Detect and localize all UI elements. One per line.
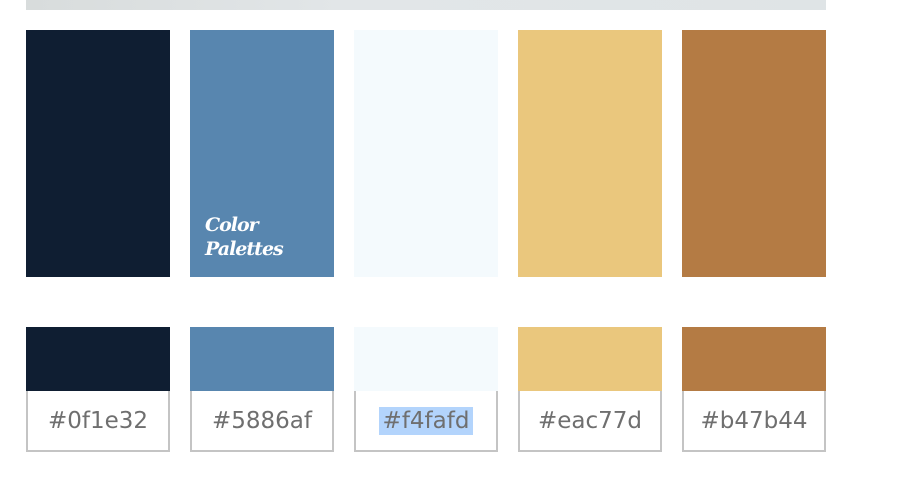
logo-line-2: Palettes [205, 238, 284, 260]
header-image-strip [26, 0, 826, 10]
swatch-small-4 [518, 327, 662, 391]
hex-code[interactable]: #b47b44 [696, 407, 811, 435]
hex-code-selected[interactable]: #f4fafd [378, 406, 474, 435]
hex-label-box[interactable]: #0f1e32 [26, 391, 170, 452]
hex-code[interactable]: #5886af [208, 407, 316, 435]
swatch-large-4 [518, 30, 662, 277]
swatch-large-3 [354, 30, 498, 277]
swatch-large-2: Color Palettes [190, 30, 334, 277]
hex-label-box[interactable]: #eac77d [518, 391, 662, 452]
hex-code[interactable]: #eac77d [534, 407, 646, 435]
hex-label-box[interactable]: #f4fafd [354, 391, 498, 452]
logo-line-1: Color [205, 214, 259, 236]
hex-code[interactable]: #0f1e32 [44, 407, 152, 435]
hex-label-box[interactable]: #b47b44 [682, 391, 826, 452]
swatch-large-1 [26, 30, 170, 277]
swatch-small-3 [354, 327, 498, 391]
swatch-small-1 [26, 327, 170, 391]
hex-label-box[interactable]: #5886af [190, 391, 334, 452]
swatch-small-2 [190, 327, 334, 391]
swatch-small-5 [682, 327, 826, 391]
color-palettes-logo: Color Palettes [205, 213, 284, 261]
swatch-large-5 [682, 30, 826, 277]
